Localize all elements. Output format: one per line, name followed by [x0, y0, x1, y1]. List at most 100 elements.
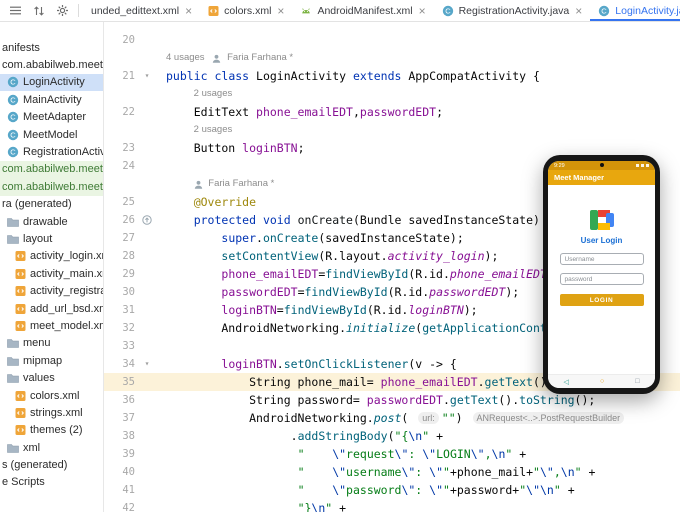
tab-registrationactivity-java[interactable]: C RegistrationActivity.java × — [434, 0, 591, 21]
inlay-hint[interactable]: Faria Farhana * — [154, 175, 274, 193]
code-text[interactable]: passwordEDT=findViewById(R.id.passwordED… — [154, 283, 519, 301]
inlay-hint[interactable]: 4 usages Faria Farhana * — [154, 49, 293, 67]
line-number[interactable]: 24 — [104, 157, 140, 175]
line-number[interactable]: 40 — [104, 463, 140, 481]
code-text[interactable]: super.onCreate(savedInstanceState); — [154, 229, 463, 247]
tree-item-anifests[interactable]: anifests — [0, 39, 103, 56]
line-number[interactable] — [104, 85, 140, 103]
code-text[interactable]: " \"password\": \""+password+"\"\n" + — [154, 481, 575, 499]
tab-colors-xml[interactable]: colors.xml × — [200, 0, 292, 21]
tree-item-meet-model-xml[interactable]: meet_model.xml — [0, 317, 103, 334]
tree-item-loginactivity[interactable]: C LoginActivity — [0, 73, 103, 92]
line-number[interactable]: 42 — [104, 499, 140, 512]
inlay-hint-row[interactable]: 4 usages Faria Farhana * — [104, 49, 680, 67]
close-icon[interactable]: × — [277, 5, 284, 17]
nav-home-icon[interactable]: ○ — [600, 378, 604, 385]
code-text[interactable]: String password= passwordEDT.getText().t… — [154, 391, 595, 409]
line-number[interactable]: 34 — [104, 355, 140, 373]
code-text[interactable]: AndroidNetworking.post( url: "") ANReques… — [154, 409, 627, 427]
line-number[interactable]: 35 — [104, 373, 140, 391]
tree-item-activity-main-xml[interactable]: activity_main.xml — [0, 265, 103, 282]
code-text[interactable]: phone_emailEDT=findViewById(R.id.phone_e… — [154, 265, 560, 283]
code-text[interactable]: setContentView(R.layout.activity_login); — [154, 247, 498, 265]
tree-item-layout[interactable]: layout — [0, 230, 103, 247]
code-text[interactable] — [154, 157, 166, 175]
code-line-39[interactable]: 39 " \"request\": \"LOGIN\",\n" + — [104, 445, 680, 463]
line-number[interactable]: 29 — [104, 265, 140, 283]
tree-item-strings-xml[interactable]: strings.xml — [0, 404, 103, 421]
code-line-38[interactable]: 38 .addStringBody("{\n" + — [104, 427, 680, 445]
code-text[interactable]: @Override — [154, 193, 256, 211]
line-number[interactable]: 32 — [104, 319, 140, 337]
nav-back-icon[interactable]: ◁ — [564, 378, 569, 386]
code-text[interactable]: public class LoginActivity extends AppCo… — [154, 67, 540, 85]
tree-item-mainactivity[interactable]: C MainActivity — [0, 91, 103, 108]
inlay-hint[interactable]: 2 usages — [154, 121, 233, 139]
code-text[interactable]: protected void onCreate(Bundle savedInst… — [154, 211, 554, 229]
line-number[interactable]: 41 — [104, 481, 140, 499]
line-number[interactable]: 37 — [104, 409, 140, 427]
code-line-37[interactable]: 37 AndroidNetworking.post( url: "") ANReq… — [104, 409, 680, 427]
tab-loginactivity-ja[interactable]: C LoginActivity.ja — [590, 0, 680, 21]
line-number[interactable]: 30 — [104, 283, 140, 301]
code-line-22[interactable]: 22 EditText phone_emailEDT,passwordEDT; — [104, 103, 680, 121]
tree-item-e-scripts[interactable]: e Scripts — [0, 474, 103, 491]
line-number[interactable] — [104, 49, 140, 67]
line-number[interactable]: 25 — [104, 193, 140, 211]
tree-item-xml[interactable]: xml — [0, 439, 103, 456]
tree-item-com-ababilweb-meetm[interactable]: com.ababilweb.meetm — [0, 56, 103, 73]
line-number[interactable]: 31 — [104, 301, 140, 319]
tab-androidmanifest-xml[interactable]: AndroidManifest.xml × — [292, 0, 433, 21]
code-text[interactable]: Button loginBTN; — [154, 139, 305, 157]
line-number[interactable]: 20 — [104, 31, 140, 49]
menu-icon[interactable] — [9, 4, 22, 17]
tree-item-add-url-bsd-xml[interactable]: add_url_bsd.xml — [0, 300, 103, 317]
line-number[interactable]: 26 — [104, 211, 140, 229]
tree-item-colors-xml[interactable]: colors.xml — [0, 387, 103, 404]
tree-item-meetmodel[interactable]: C MeetModel — [0, 126, 103, 143]
code-text[interactable]: loginBTN.setOnClickListener(v -> { — [154, 355, 456, 373]
gear-icon[interactable] — [56, 4, 69, 17]
code-text[interactable]: .addStringBody("{\n" + — [154, 427, 443, 445]
code-text[interactable]: loginBTN=findViewById(R.id.loginBTN); — [154, 301, 477, 319]
line-number[interactable]: 33 — [104, 337, 140, 355]
code-text[interactable]: AndroidNetworking.initialize(getApplicat… — [154, 319, 595, 337]
login-button[interactable]: LOGIN — [559, 294, 644, 306]
line-number[interactable]: 22 — [104, 103, 140, 121]
code-line-41[interactable]: 41 " \"password\": \""+password+"\"\n" + — [104, 481, 680, 499]
line-number[interactable]: 21 — [104, 67, 140, 85]
tree-item-ra-generated[interactable]: ra (generated) — [0, 196, 103, 213]
inlay-hint-row[interactable]: 2 usages — [104, 121, 680, 139]
line-number[interactable]: 39 — [104, 445, 140, 463]
code-text[interactable]: " \"request\": \"LOGIN\",\n" + — [154, 445, 527, 463]
code-text[interactable]: "}\n" + — [154, 499, 347, 512]
line-number[interactable]: 38 — [104, 427, 140, 445]
line-number[interactable] — [104, 175, 140, 193]
tree-item-mipmap[interactable]: mipmap — [0, 352, 103, 369]
username-field[interactable]: Username — [559, 253, 644, 265]
tree-item-drawable[interactable]: drawable — [0, 213, 103, 230]
close-icon[interactable]: × — [419, 5, 426, 17]
line-number[interactable]: 28 — [104, 247, 140, 265]
line-number[interactable]: 36 — [104, 391, 140, 409]
code-line-40[interactable]: 40 " \"username\": \""+phone_mail+"\",\n… — [104, 463, 680, 481]
tree-item-activity-login-xml[interactable]: activity_login.xml — [0, 248, 103, 265]
code-text[interactable] — [154, 337, 166, 355]
close-icon[interactable]: × — [575, 5, 582, 17]
tree-item-com-ababilweb-meetma[interactable]: com.ababilweb.meetma — [0, 160, 103, 179]
tree-item-s-generated[interactable]: s (generated) — [0, 456, 103, 473]
line-number[interactable] — [104, 121, 140, 139]
inlay-hint-row[interactable]: 2 usages — [104, 85, 680, 103]
password-field[interactable]: password — [559, 273, 644, 285]
code-editor[interactable]: 20 4 usages Faria Farhana * 21 ▾ public clas… — [104, 21, 680, 512]
project-tree-panel[interactable]: anifests com.ababilweb.meetm C LoginActivit… — [0, 21, 104, 512]
tree-item-menu[interactable]: menu — [0, 335, 103, 352]
code-text[interactable]: " \"username\": \""+phone_mail+"\",\n" + — [154, 463, 596, 481]
code-text[interactable]: EditText phone_emailEDT,passwordEDT; — [154, 103, 443, 121]
tree-item-values[interactable]: values — [0, 369, 103, 386]
nav-recents-icon[interactable]: □ — [635, 378, 639, 385]
tree-item-com-ababilweb-meetma[interactable]: com.ababilweb.meetma — [0, 178, 103, 196]
tree-item-registrationactivity[interactable]: C RegistrationActivity — [0, 143, 103, 160]
code-line-42[interactable]: 42 "}\n" + — [104, 499, 680, 512]
close-icon[interactable]: × — [185, 5, 192, 17]
